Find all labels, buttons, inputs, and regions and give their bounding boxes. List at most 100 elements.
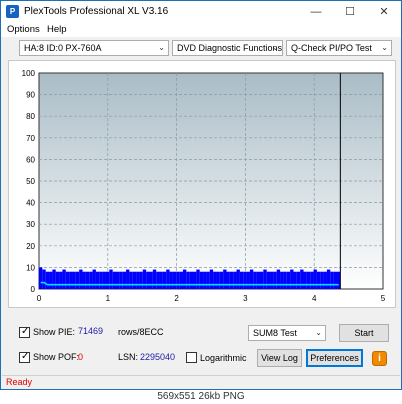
pie-bar [82, 271, 86, 289]
show-poe-checkbox[interactable] [19, 351, 30, 363]
function-select[interactable]: DVD Diagnostic Functions ⌄ [172, 40, 283, 56]
pie-bar [169, 271, 173, 289]
pie-bar [246, 271, 250, 289]
pie-bar [176, 271, 180, 289]
pie-bar [310, 271, 314, 289]
test-select[interactable]: Q-Check PI/PO Test ⌄ [286, 40, 392, 56]
status-text: Ready [6, 377, 33, 387]
x-tick-label: 3 [243, 294, 248, 303]
pie-bar [42, 269, 46, 289]
chevron-down-icon: ⌄ [381, 43, 388, 52]
y-tick-label: 80 [26, 112, 35, 121]
pie-bar [306, 271, 311, 289]
pie-bar [249, 269, 254, 289]
drive-select-value: HA:8 ID:0 PX-760A [24, 43, 102, 53]
pie-bar [330, 271, 334, 289]
pie-unit: rows/8ECC [118, 327, 164, 337]
pie-bar [182, 269, 187, 289]
pie-bar [336, 271, 341, 289]
x-tick-label: 1 [106, 294, 111, 303]
pie-bar [89, 271, 93, 289]
test-select-value: Q-Check PI/PO Test [291, 43, 372, 53]
close-button[interactable]: ✕ [369, 1, 399, 23]
start-button[interactable]: Start [339, 324, 389, 342]
y-tick-label: 20 [26, 242, 35, 251]
y-tick-label: 70 [26, 134, 35, 143]
menu-options[interactable]: Options [7, 24, 40, 35]
pie-bar [296, 271, 301, 289]
pie-bar [259, 271, 264, 289]
pie-bar [209, 269, 214, 289]
pie-bar [316, 271, 321, 289]
y-tick-label: 40 [26, 199, 35, 208]
pie-bar [333, 271, 337, 289]
show-poe-label: Show POF: [33, 352, 80, 362]
view-log-button[interactable]: View Log [257, 349, 302, 367]
x-axis-ticks: 0 1 2 3 4 5 [37, 294, 386, 303]
pie-bar [52, 269, 56, 289]
pie-bar [55, 271, 60, 289]
pi-po-chart: 1009080706050403020100 012345 [22, 69, 386, 303]
pie-bar [85, 271, 90, 289]
pie-bar [223, 269, 227, 289]
pie-bar [129, 271, 133, 289]
pie-bar [59, 271, 63, 289]
menu-help[interactable]: Help [47, 24, 67, 35]
pie-bar [119, 271, 123, 289]
pie-bar [156, 271, 160, 289]
pie-bar [286, 271, 291, 289]
pie-bar [99, 271, 103, 289]
show-pie-checkbox[interactable] [19, 326, 30, 338]
pie-bar [300, 269, 304, 289]
pie-bar [189, 271, 194, 289]
logarithmic-checkbox[interactable] [186, 352, 197, 363]
pie-bar [149, 271, 153, 289]
pie-bar [136, 271, 140, 289]
pie-bar [95, 271, 100, 289]
pie-bar [179, 271, 183, 289]
pie-bar [92, 269, 96, 289]
minimize-button[interactable]: — [301, 1, 331, 23]
pie-bar [75, 271, 80, 289]
pie-bar [132, 271, 137, 289]
pie-bar [49, 271, 53, 289]
y-tick-label: 30 [26, 220, 35, 229]
pie-bar [303, 271, 307, 289]
pie-bar [199, 271, 204, 289]
x-tick-label: 4 [312, 294, 317, 303]
pie-bar [105, 271, 110, 289]
pie-bar [216, 271, 220, 289]
pie-bar [196, 269, 200, 289]
pie-bar [152, 269, 157, 289]
test-mode-select[interactable]: SUM8 Test ⌄ [248, 325, 326, 341]
image-caption: 569x551 26kb PNG [0, 391, 402, 404]
preferences-button[interactable]: Preferences [306, 349, 363, 367]
poe-value: 0 [78, 352, 84, 362]
pie-bar [273, 271, 277, 289]
pie-bar [226, 271, 230, 289]
pie-bar [116, 271, 120, 289]
pie-bar [313, 269, 317, 289]
x-tick-label: 0 [37, 294, 42, 303]
logarithmic-label: Logarithmic [200, 353, 247, 363]
maximize-button[interactable]: ☐ [335, 1, 365, 23]
y-tick-label: 60 [26, 155, 35, 164]
show-pie-label: Show PIE: [33, 327, 76, 337]
pie-bar [270, 271, 274, 289]
pie-bar [276, 269, 281, 289]
pie-bar [239, 271, 244, 289]
pie-bar [320, 271, 324, 289]
title-bar[interactable]: P PlexTools Professional XL V3.16 — ☐ ✕ [1, 1, 401, 23]
drive-select[interactable]: HA:8 ID:0 PX-760A ⌄ [19, 40, 169, 56]
pie-bar [72, 271, 76, 289]
pie-bar [283, 271, 287, 289]
chevron-down-icon: ⌄ [158, 43, 165, 52]
lsn-label: LSN: [118, 352, 139, 362]
pie-bar [193, 271, 197, 289]
pie-bar [253, 271, 257, 289]
pie-bar [290, 269, 294, 289]
pie-bar [146, 271, 150, 289]
chart-panel: 100 90 80 70 60 50 40 30 20 10 0 012345 [8, 60, 396, 308]
y-tick-label: 50 [26, 177, 35, 186]
info-icon[interactable]: i [372, 351, 387, 366]
